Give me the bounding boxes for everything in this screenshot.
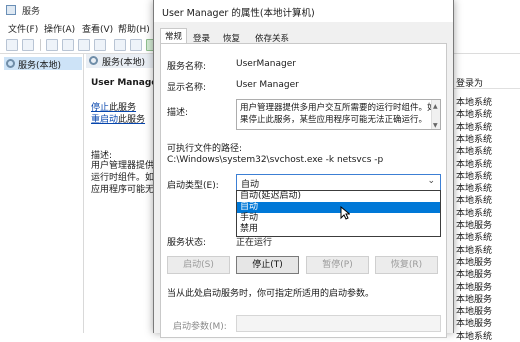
logon-row[interactable]: 本地服务 xyxy=(456,316,492,329)
logon-row[interactable]: 本地系统 xyxy=(456,157,492,170)
description-text: 用户管理器提供多用户交互所需要的运行时组件。如果停止此服务，某些应用程序可能无法… xyxy=(240,103,436,125)
pane-header-label: 服务(本地) xyxy=(102,58,146,68)
logon-row[interactable]: 本地服务 xyxy=(456,292,492,305)
menu-help[interactable]: 帮助(H) xyxy=(118,22,150,35)
refresh-icon[interactable] xyxy=(78,39,90,51)
scroll-down-icon[interactable]: ▼ xyxy=(433,120,438,129)
option-manual[interactable]: 手动 xyxy=(237,213,440,224)
menu-file[interactable]: 文件(F) xyxy=(8,22,38,35)
forward-icon[interactable] xyxy=(22,39,34,51)
resume-button[interactable]: 恢复(R) xyxy=(375,256,438,274)
exe-path-value: C:\Windows\system32\svchost.exe -k netsv… xyxy=(167,155,384,165)
help-icon[interactable] xyxy=(114,39,126,51)
description-scrollbar[interactable]: ▲ ▼ xyxy=(431,100,440,129)
logon-row[interactable]: 本地系统 xyxy=(456,120,492,133)
service-status-value: 正在运行 xyxy=(236,238,273,248)
console-tree-icon[interactable] xyxy=(46,39,58,51)
description-box[interactable]: 用户管理器提供多用户交互所需要的运行时组件。如果停止此服务，某些应用程序可能无法… xyxy=(236,99,441,130)
start-button[interactable]: 启动(S) xyxy=(167,256,230,274)
logon-row[interactable]: 本地系统 xyxy=(456,107,492,120)
exe-path-label: 可执行文件的路径: xyxy=(167,144,243,154)
back-icon[interactable] xyxy=(6,39,18,51)
logon-row[interactable]: 本地系统 xyxy=(456,144,492,157)
mouse-cursor-icon xyxy=(340,206,350,220)
display-name-value: User Manager xyxy=(236,80,299,90)
logon-row[interactable]: 本地服务 xyxy=(456,267,492,280)
detail-desc-line: 用户管理器提供多 xyxy=(91,161,157,171)
tree-node-services-local[interactable]: 服务(本地) xyxy=(4,57,82,71)
export-list-icon[interactable] xyxy=(94,39,106,51)
pause-button[interactable]: 暂停(P) xyxy=(306,256,369,274)
description-label: 描述: xyxy=(167,108,189,118)
dialog-titlebar: User Manager 的属性(本地计算机) xyxy=(154,0,453,22)
show-hide-icon[interactable] xyxy=(130,39,142,51)
detail-description: 用户管理器提供多 运行时组件。如果 应用程序可能无法 xyxy=(91,160,157,208)
logon-row[interactable]: 本地系统 xyxy=(456,169,492,182)
scroll-up-icon[interactable]: ▲ xyxy=(433,101,438,113)
logon-row[interactable]: 本地系统 xyxy=(456,132,492,145)
logon-row[interactable]: 本地服务 xyxy=(456,304,492,317)
restart-link-text[interactable]: 重启动 xyxy=(91,115,118,125)
startup-type-value: 自动 xyxy=(241,180,260,190)
properties-icon[interactable] xyxy=(62,39,74,51)
detail-desc-line: 运行时组件。如果 xyxy=(91,173,157,183)
logon-row[interactable]: 本地系统 xyxy=(456,181,492,194)
display-name-label: 显示名称: xyxy=(167,83,207,93)
start-params-hint: 当从此处启动服务时，你可指定所适用的启动参数。 xyxy=(167,289,375,299)
tab-general[interactable]: 常规 xyxy=(160,28,188,44)
logon-row[interactable]: 本地系统 xyxy=(456,206,492,219)
toolbar-divider xyxy=(40,39,41,51)
detail-desc-line: 应用程序可能无法 xyxy=(91,185,157,195)
chevron-down-icon[interactable]: ⌄ xyxy=(427,176,435,186)
services-app-icon xyxy=(6,5,16,15)
logon-row[interactable]: 本地系统 xyxy=(456,243,492,256)
logon-row[interactable]: 本地服务 xyxy=(456,255,492,268)
logon-row[interactable]: 本地系统 xyxy=(456,95,492,108)
stop-button[interactable]: 停止(T) xyxy=(236,256,299,274)
detail-service-name: User Manager xyxy=(91,78,162,88)
general-tab-panel: 服务名称: UserManager 显示名称: User Manager 描述:… xyxy=(160,43,447,338)
start-params-input[interactable] xyxy=(236,315,441,332)
option-auto[interactable]: 自动 xyxy=(237,202,440,213)
option-auto-delayed[interactable]: 自动(延迟启动) xyxy=(237,191,440,202)
tab-dependencies[interactable]: 依存关系 xyxy=(250,30,294,44)
properties-dialog: User Manager 的属性(本地计算机) 常规 登录 恢复 依存关系 服务… xyxy=(153,0,454,338)
logon-row[interactable]: 本地系统 xyxy=(456,193,492,206)
startup-type-label: 启动类型(E): xyxy=(167,181,219,191)
service-name-label: 服务名称: xyxy=(167,62,207,72)
gear-icon xyxy=(89,56,98,65)
tab-logon[interactable]: 登录 xyxy=(188,30,215,44)
service-name-value: UserManager xyxy=(236,59,296,69)
service-status-label: 服务状态: xyxy=(167,238,207,248)
column-header-divider xyxy=(452,88,520,89)
logon-row[interactable]: 本地系统 xyxy=(456,230,492,243)
logon-row[interactable]: 本地系统 xyxy=(456,329,492,342)
startup-type-select[interactable]: 自动 ⌄ xyxy=(236,174,441,191)
console-tree: 服务(本地) xyxy=(0,54,84,333)
logon-as-column: 登录为 本地系统 本地系统 本地系统 本地系统 本地系统 本地系统 本地系统 本地系统 本地系统… xyxy=(452,68,520,342)
gear-icon xyxy=(6,59,15,68)
start-params-label: 启动参数(M): xyxy=(173,322,227,332)
tree-node-label: 服务(本地) xyxy=(18,61,62,71)
dialog-tabs: 常规 登录 恢复 依存关系 xyxy=(154,28,453,44)
option-disabled[interactable]: 禁用 xyxy=(237,224,440,235)
dialog-title: User Manager 的属性(本地计算机) xyxy=(162,8,315,19)
logon-row[interactable]: 本地服务 xyxy=(456,280,492,293)
restart-link-rest: 此服务 xyxy=(118,115,146,125)
startup-type-dropdown: 自动(延迟启动) 自动 手动 禁用 xyxy=(236,190,441,237)
menu-action[interactable]: 操作(A) xyxy=(44,22,75,35)
services-title: 服务 xyxy=(22,7,41,17)
services-pane-header: 服务(本地) xyxy=(86,54,154,68)
menu-view[interactable]: 查看(V) xyxy=(82,22,113,35)
logon-row[interactable]: 本地服务 xyxy=(456,218,492,231)
tab-recovery[interactable]: 恢复 xyxy=(218,30,245,44)
restart-service-link[interactable]: 重启动此服务 xyxy=(91,112,145,125)
